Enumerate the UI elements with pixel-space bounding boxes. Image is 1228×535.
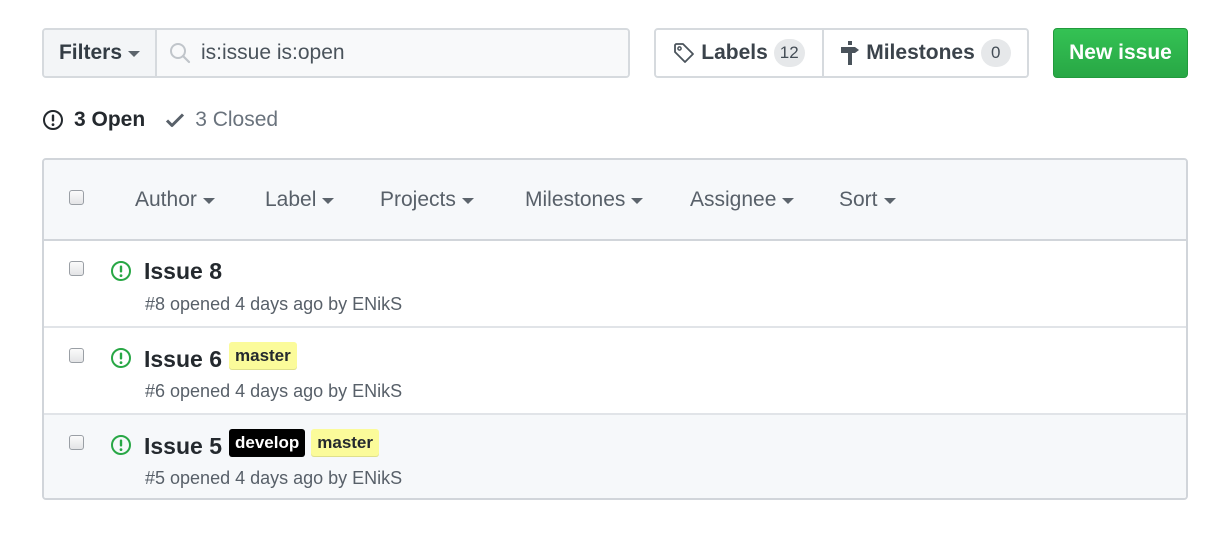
author-filter-dropdown[interactable]: Author (135, 188, 215, 212)
issue-opened-icon (111, 348, 131, 368)
issue-meta: #5 opened 4 days ago by ENikS (145, 468, 402, 489)
issue-author-link[interactable]: ENikS (352, 381, 402, 401)
issue-row: Issue 8 #8 opened 4 days ago by ENikS (44, 241, 1186, 328)
issue-title-link[interactable]: Issue 6 (144, 346, 222, 373)
issue-title-link[interactable]: Issue 8 (144, 258, 222, 285)
issue-row: Issue 6 master #6 opened 4 days ago by E… (44, 328, 1186, 415)
assignee-filter-label: Assignee (690, 188, 777, 211)
milestone-icon (841, 41, 860, 65)
search-field[interactable] (157, 30, 628, 76)
caret-down-icon (202, 198, 215, 205)
issue-meta-text: #5 opened 4 days ago by (145, 468, 353, 488)
issues-toolbar: Filters Labels 12 Mileston (42, 28, 1188, 79)
issue-meta-text: #6 opened 4 days ago by (145, 381, 353, 401)
issue-author-link[interactable]: ENikS (352, 468, 402, 488)
issue-meta-text: #8 opened 4 days ago by (145, 294, 353, 314)
projects-filter-dropdown[interactable]: Projects (380, 188, 474, 212)
issue-checkbox[interactable] (69, 261, 84, 276)
issues-list-header: Author Label Projects Milestones Assigne… (44, 160, 1186, 241)
select-all-checkbox[interactable] (69, 190, 84, 205)
issue-title-row: Issue 5 develop master (144, 429, 380, 460)
filters-label: Filters (58, 41, 123, 64)
label-master[interactable]: master (229, 342, 297, 370)
label-filter-label: Label (265, 188, 317, 211)
label-master[interactable]: master (311, 429, 380, 457)
filter-search-group: Filters (42, 28, 630, 78)
open-count-label: 3 Open (74, 108, 146, 131)
issue-title-row: Issue 8 (144, 258, 222, 285)
projects-filter-label: Projects (380, 188, 456, 211)
labels-count: 12 (773, 39, 805, 67)
milestones-count: 0 (980, 39, 1011, 67)
labels-label: Labels (701, 41, 768, 64)
sort-dropdown[interactable]: Sort (839, 188, 896, 212)
milestones-filter-dropdown[interactable]: Milestones (525, 188, 644, 212)
caret-down-icon (461, 198, 474, 205)
issue-checkbox[interactable] (69, 435, 84, 450)
caret-down-icon (782, 198, 795, 205)
filters-dropdown-button[interactable]: Filters (44, 30, 157, 76)
sort-label: Sort (839, 188, 878, 211)
search-input[interactable] (201, 41, 601, 65)
caret-down-icon (322, 198, 335, 205)
milestones-button[interactable]: Milestones 0 (824, 30, 1027, 76)
check-icon (166, 113, 185, 127)
issue-author-link[interactable]: ENikS (352, 294, 402, 314)
milestones-filter-label: Milestones (525, 188, 626, 211)
label-develop[interactable]: develop (229, 429, 306, 457)
labels-button[interactable]: Labels 12 (656, 30, 824, 76)
issue-meta: #6 opened 4 days ago by ENikS (145, 381, 402, 402)
search-icon (170, 43, 191, 64)
caret-down-icon (883, 198, 896, 205)
issue-meta: #8 opened 4 days ago by ENikS (145, 294, 402, 315)
new-issue-button[interactable]: New issue (1053, 28, 1188, 78)
caret-down-icon (631, 198, 644, 205)
issues-list: Author Label Projects Milestones Assigne… (42, 158, 1188, 500)
caret-down-icon (128, 51, 141, 57)
issue-title-link[interactable]: Issue 5 (144, 433, 222, 460)
milestones-label: Milestones (866, 41, 975, 64)
issue-title-row: Issue 6 master (144, 342, 297, 373)
labels-milestones-group: Labels 12 Milestones 0 (654, 28, 1029, 78)
issue-state-tabs: 3 Open 3 Closed (42, 106, 278, 134)
assignee-filter-dropdown[interactable]: Assignee (690, 188, 795, 212)
open-issues-tab[interactable]: 3 Open (42, 108, 145, 132)
issue-opened-icon (111, 261, 131, 281)
issue-opened-icon (43, 110, 63, 130)
label-filter-dropdown[interactable]: Label (265, 188, 335, 212)
tag-icon (674, 43, 695, 63)
closed-issues-tab[interactable]: 3 Closed (165, 108, 278, 132)
issue-opened-icon (111, 435, 131, 455)
issue-row: Issue 5 develop master #5 opened 4 days … (44, 415, 1186, 498)
author-filter-label: Author (135, 188, 197, 211)
issue-checkbox[interactable] (69, 348, 84, 363)
closed-count-label: 3 Closed (195, 108, 279, 131)
